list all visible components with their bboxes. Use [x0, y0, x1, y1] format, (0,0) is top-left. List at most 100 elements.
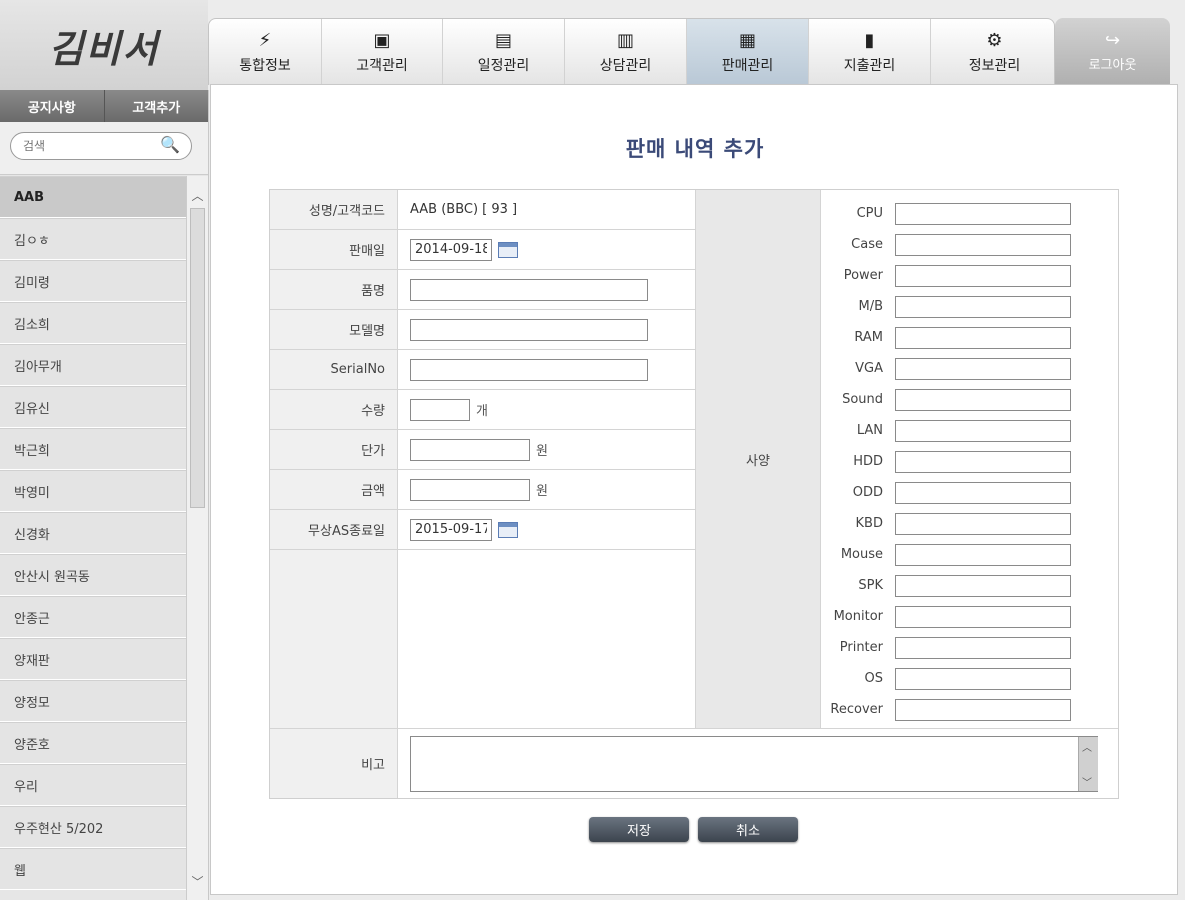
customer-list-item[interactable]: 안종근 [0, 596, 186, 638]
customer-list-item[interactable]: 박영미 [0, 470, 186, 512]
qty-input[interactable] [410, 398, 470, 421]
model-row: 모델명 [270, 310, 695, 350]
chevron-up-icon[interactable]: ︿ [187, 184, 208, 206]
customer-list-item[interactable]: 양준호 [0, 722, 186, 764]
cancel-button[interactable]: 취소 [698, 817, 798, 842]
spec-row: Sound [821, 384, 1118, 415]
logout-label: 로그아웃 [1088, 57, 1137, 73]
spec-field-input[interactable] [895, 512, 1071, 535]
spec-row: Monitor [821, 601, 1118, 632]
spec-field-label: Power [843, 268, 883, 283]
lightning-icon: ⚡ [258, 30, 272, 51]
scroll-thumb[interactable] [190, 208, 205, 508]
qty-row: 수량 개 [270, 390, 695, 430]
spec-label: 사양 [695, 190, 821, 728]
unit-price-input[interactable] [410, 438, 530, 461]
nav-tab-customer[interactable]: ▣ 고객관리 [322, 19, 443, 85]
chevron-down-icon[interactable]: ﹀ [1082, 774, 1092, 789]
product-input[interactable] [410, 278, 648, 301]
spec-field-label: Sound [842, 392, 883, 407]
customer-list-item[interactable]: 안산시 원곡동 [0, 554, 186, 596]
search-icon[interactable]: 🔍 [160, 135, 180, 154]
spec-field-input[interactable] [895, 605, 1071, 628]
memo-textarea[interactable] [410, 736, 1098, 792]
spec-field-input[interactable] [895, 233, 1071, 256]
model-label: 모델명 [270, 310, 398, 349]
sidebar-tab-add-customer[interactable]: 고객추가 [105, 90, 209, 122]
spec-row: Case [821, 229, 1118, 260]
nav-tab-sales[interactable]: ▦ 판매관리 [687, 19, 809, 85]
spec-row: M/B [821, 291, 1118, 322]
spec-field-input[interactable] [895, 419, 1071, 442]
amount-row: 금액 원 [270, 470, 695, 510]
customer-label: 성명/고객코드 [270, 190, 398, 229]
briefcase-icon: ▦ [738, 30, 756, 51]
customer-list-item[interactable]: 우리 [0, 764, 186, 806]
customer-list-item[interactable]: 김아무개 [0, 344, 186, 386]
spec-field-label: Printer [839, 640, 883, 655]
customer-list-item[interactable]: 웹 [0, 848, 186, 890]
sale-date-input[interactable] [410, 238, 492, 261]
serial-row: SerialNo [270, 350, 695, 390]
spec-field-label: HDD [853, 454, 883, 469]
spec-field-input[interactable] [895, 543, 1071, 566]
spec-field-input[interactable] [895, 295, 1071, 318]
model-input[interactable] [410, 318, 648, 341]
spec-field-label: OS [864, 671, 883, 686]
calendar-icon[interactable] [498, 241, 518, 258]
customer-row: 성명/고객코드 AAB (BBC) [ 93 ] [270, 190, 695, 230]
logout-button[interactable]: ↪ 로그아웃 [1055, 18, 1170, 84]
spec-row: Printer [821, 632, 1118, 663]
product-label: 품명 [270, 270, 398, 309]
chevron-down-icon[interactable]: ﹀ [187, 870, 208, 892]
spec-field-input[interactable] [895, 326, 1071, 349]
sidebar-tab-notice[interactable]: 공지사항 [0, 90, 105, 122]
as-end-input[interactable] [410, 518, 492, 541]
nav-tab-consult[interactable]: ▥ 상담관리 [565, 19, 687, 85]
spec-row: Recover [821, 694, 1118, 725]
nav-tab-integrated-info[interactable]: ⚡ 통합정보 [209, 19, 322, 85]
customer-list-item[interactable]: 양정모 [0, 680, 186, 722]
nav-tab-label: 지출관리 [843, 58, 896, 74]
spec-row: Power [821, 260, 1118, 291]
spec-field-label: CPU [856, 206, 883, 221]
spec-field-input[interactable] [895, 481, 1071, 504]
spec-field-label: RAM [854, 330, 883, 345]
customer-list-item[interactable]: 신경화 [0, 512, 186, 554]
spec-field-label: Recover [830, 702, 883, 717]
spec-field-input[interactable] [895, 202, 1071, 225]
spec-field-input[interactable] [895, 574, 1071, 597]
spec-field-input[interactable] [895, 388, 1071, 411]
customer-list-item[interactable]: 양재판 [0, 638, 186, 680]
customer-list-scrollbar[interactable]: ︿ ﹀ [186, 176, 208, 900]
sales-form: 성명/고객코드 AAB (BBC) [ 93 ] 판매일 품명 모델명 Seri… [269, 189, 1119, 799]
amount-input[interactable] [410, 478, 530, 501]
memo-scrollbar[interactable]: ︿ ﹀ [1078, 737, 1098, 791]
nav-tab-info[interactable]: ⚙ 정보관리 [931, 19, 1054, 85]
customer-list-item[interactable]: AAB [0, 176, 186, 218]
spec-field-input[interactable] [895, 450, 1071, 473]
nav-tab-label: 정보관리 [968, 58, 1021, 74]
memo-label: 비고 [270, 729, 398, 798]
spec-field-input[interactable] [895, 264, 1071, 287]
spec-field-input[interactable] [895, 698, 1071, 721]
spec-field-input[interactable] [895, 667, 1071, 690]
customer-list-item[interactable]: 김미령 [0, 260, 186, 302]
page-title: 판매 내역 추가 [625, 137, 765, 161]
customer-list-item[interactable]: 김소희 [0, 302, 186, 344]
customer-list-item[interactable]: 우주현산 5/202 [0, 806, 186, 848]
chevron-up-icon[interactable]: ︿ [1082, 739, 1092, 754]
calendar-icon[interactable] [498, 521, 518, 538]
customer-list-item[interactable]: 김유신 [0, 386, 186, 428]
save-button[interactable]: 저장 [589, 817, 689, 842]
nav-tab-schedule[interactable]: ▤ 일정관리 [443, 19, 565, 85]
spec-field-input[interactable] [895, 636, 1071, 659]
spec-row: KBD [821, 508, 1118, 539]
customer-list-item[interactable]: 김ㅇㅎ [0, 218, 186, 260]
customer-list-item[interactable]: 박근희 [0, 428, 186, 470]
serial-input[interactable] [410, 358, 648, 381]
calendar-icon: ▤ [494, 30, 512, 51]
spec-field-input[interactable] [895, 357, 1071, 380]
app-logo: 김비서 [0, 0, 208, 90]
nav-tab-expense[interactable]: ▮ 지출관리 [809, 19, 931, 85]
